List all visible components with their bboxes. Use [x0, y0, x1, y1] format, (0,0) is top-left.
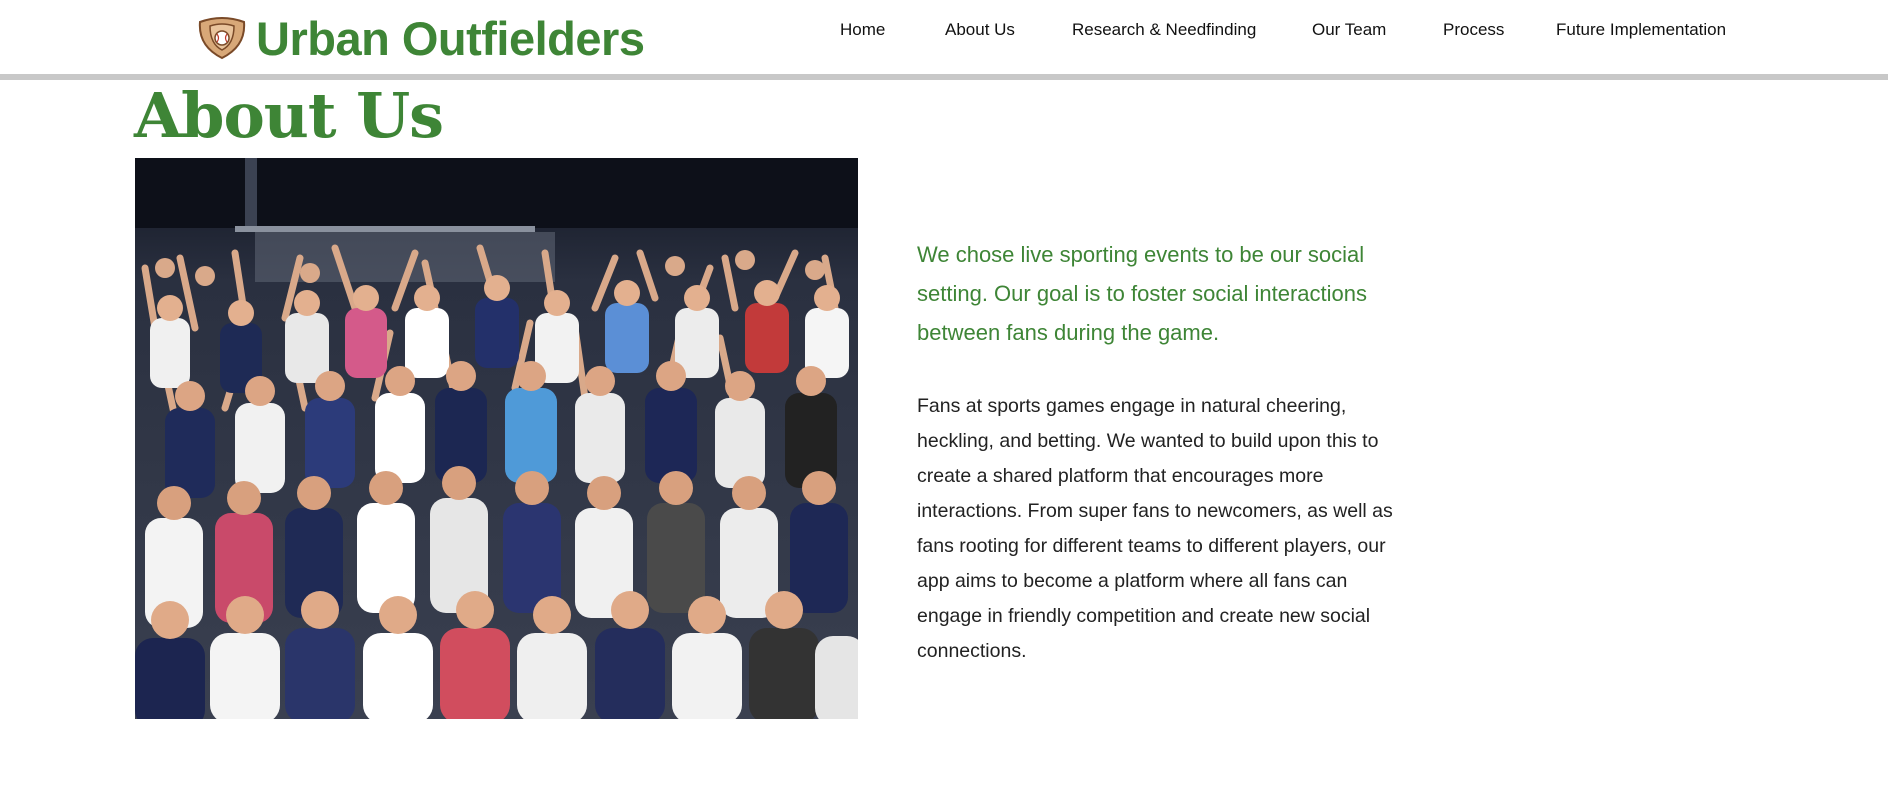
- nav-research-needfinding[interactable]: Research & Needfinding: [1072, 20, 1256, 40]
- main-nav: Home About Us Research & Needfinding Our…: [0, 20, 1888, 44]
- crowd-photo-illustration: [135, 158, 858, 719]
- nav-our-team[interactable]: Our Team: [1312, 20, 1386, 40]
- nav-home[interactable]: Home: [840, 20, 885, 40]
- nav-future-implementation[interactable]: Future Implementation: [1556, 20, 1726, 40]
- intro-body-text: Fans at sports games engage in natural c…: [917, 395, 1393, 662]
- nav-process[interactable]: Process: [1443, 20, 1504, 40]
- crowd-photo: [135, 158, 858, 719]
- page-title: About Us: [134, 79, 444, 152]
- intro-lead-text: We chose live sporting events to be our …: [917, 242, 1367, 345]
- site-header: Urban Outfielders Home About Us Research…: [0, 0, 1888, 74]
- nav-about-us[interactable]: About Us: [945, 20, 1015, 40]
- page: Urban Outfielders Home About Us Research…: [0, 0, 1888, 794]
